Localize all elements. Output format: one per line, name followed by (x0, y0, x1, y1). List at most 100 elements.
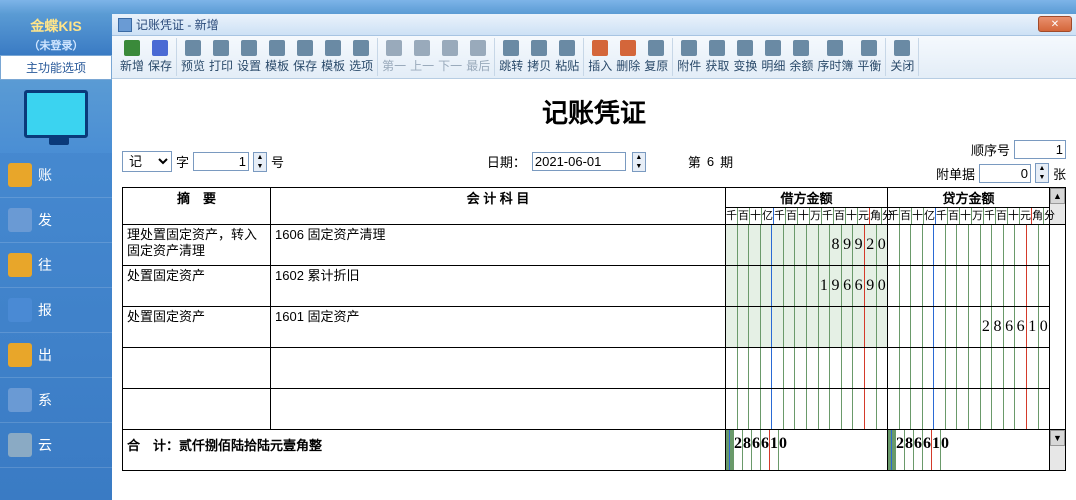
period-suffix: 期 (720, 152, 733, 171)
tool-label: 拷贝 (527, 57, 551, 74)
debit-cell[interactable]: 196690 (726, 266, 887, 306)
sidebar-item[interactable]: 系 (0, 378, 112, 423)
credit-cell[interactable] (888, 348, 1049, 388)
side-label: 出 (38, 345, 52, 365)
toolbar-模板[interactable]: 模板 (319, 38, 347, 76)
toolbar-选项[interactable]: 选项 (347, 38, 375, 76)
account-cell[interactable] (271, 389, 725, 393)
number-spinner[interactable]: ▲▼ (253, 152, 267, 172)
voucher-row[interactable] (123, 348, 1066, 389)
tool-label: 模板 (321, 57, 345, 74)
debit-cell[interactable] (726, 389, 887, 429)
hdr-summary: 摘 要 (123, 188, 271, 225)
att-spinner[interactable]: ▲▼ (1035, 163, 1049, 183)
voucher-table[interactable]: 摘 要 会 计 科 目 借方金额 贷方金额 ▲ 千百十亿千百十万千百十元角分 千… (122, 187, 1066, 471)
tool-icon (709, 40, 725, 56)
credit-cell[interactable] (888, 266, 1049, 306)
toolbar-保存[interactable]: 保存 (146, 38, 174, 76)
hdr-credit: 贷方金额 (888, 188, 1050, 208)
account-cell[interactable]: 1606 固定资产清理 (271, 225, 725, 245)
tool-icon (765, 40, 781, 56)
date-label: 日期： (487, 152, 526, 171)
account-cell[interactable]: 1601 固定资产 (271, 307, 725, 327)
toolbar-新增[interactable]: 新增 (118, 38, 146, 76)
side-label: 报 (38, 300, 52, 320)
voucher-type-select[interactable]: 记 (122, 151, 172, 172)
voucher-number-input[interactable] (193, 152, 249, 171)
toolbar-上一: 上一 (408, 38, 436, 76)
seq-input[interactable] (1014, 140, 1066, 159)
hdr-account: 会 计 科 目 (271, 188, 726, 225)
voucher-row[interactable]: 处置固定资产1601 固定资产 286610 (123, 307, 1066, 348)
toolbar-设置[interactable]: 设置 (235, 38, 263, 76)
window-title-bar: 记账凭证 - 新增 ✕ (112, 14, 1076, 36)
toolbar-保存[interactable]: 保存 (291, 38, 319, 76)
tool-label: 余额 (789, 57, 813, 74)
voucher-row[interactable] (123, 389, 1066, 430)
tool-label: 插入 (588, 57, 612, 74)
sidebar-item[interactable]: 账 (0, 153, 112, 198)
debit-cell[interactable] (726, 307, 887, 347)
side-label: 账 (38, 165, 52, 185)
tool-label: 上一 (410, 57, 434, 74)
summary-cell[interactable]: 处置固定资产 (123, 307, 270, 327)
tool-label: 第一 (382, 57, 406, 74)
account-cell[interactable]: 1602 累计折旧 (271, 266, 725, 286)
date-spinner[interactable]: ▲▼ (632, 152, 646, 172)
toolbar-平衡[interactable]: 平衡 (855, 38, 883, 76)
toolbar-打印[interactable]: 打印 (207, 38, 235, 76)
toolbar-删除[interactable]: 删除 (614, 38, 642, 76)
toolbar-关闭[interactable]: 关闭 (888, 38, 916, 76)
debit-cell[interactable] (726, 348, 887, 388)
tool-label: 下一 (438, 57, 462, 74)
sidebar-item[interactable]: 云 (0, 423, 112, 468)
tool-icon (559, 40, 575, 56)
toolbar-拷贝[interactable]: 拷贝 (525, 38, 553, 76)
toolbar-序时簿[interactable]: 序时簿 (815, 38, 855, 76)
tool-icon (681, 40, 697, 56)
toolbar-明细[interactable]: 明细 (759, 38, 787, 76)
sidebar-item[interactable]: 出 (0, 333, 112, 378)
close-button[interactable]: ✕ (1038, 16, 1072, 32)
credit-cell[interactable] (888, 225, 1049, 265)
credit-cell[interactable] (888, 389, 1049, 429)
tool-label: 变换 (733, 57, 757, 74)
toolbar-跳转[interactable]: 跳转 (497, 38, 525, 76)
summary-cell[interactable] (123, 348, 270, 352)
tool-icon (152, 40, 168, 56)
toolbar-粘贴[interactable]: 粘贴 (553, 38, 581, 76)
side-label: 系 (38, 390, 52, 410)
date-input[interactable] (532, 152, 626, 171)
sidebar-item[interactable]: 报 (0, 288, 112, 333)
debit-cell[interactable]: 89920 (726, 225, 887, 265)
tool-icon (737, 40, 753, 56)
toolbar-模板[interactable]: 模板 (263, 38, 291, 76)
voucher-row[interactable]: 理处置固定资产，转入固定资产清理1606 固定资产清理89920 (123, 225, 1066, 266)
hao-label: 号 (271, 152, 284, 171)
att-input[interactable] (979, 164, 1031, 183)
tool-label: 打印 (209, 57, 233, 74)
voucher-row[interactable]: 处置固定资产1602 累计折旧196690 (123, 266, 1066, 307)
toolbar-复原[interactable]: 复原 (642, 38, 670, 76)
toolbar-变换[interactable]: 变换 (731, 38, 759, 76)
credit-cell[interactable]: 286610 (888, 307, 1049, 347)
tool-label: 获取 (705, 57, 729, 74)
toolbar-余额[interactable]: 余额 (787, 38, 815, 76)
summary-cell[interactable]: 理处置固定资产，转入固定资产清理 (123, 225, 270, 261)
period-value: 6 (707, 154, 714, 169)
toolbar-第一: 第一 (380, 38, 408, 76)
toolbar-获取[interactable]: 获取 (703, 38, 731, 76)
tool-icon (793, 40, 809, 56)
summary-cell[interactable]: 处置固定资产 (123, 266, 270, 286)
main-function-tab[interactable]: 主功能选项 (0, 55, 112, 80)
summary-cell[interactable] (123, 389, 270, 393)
toolbar-插入[interactable]: 插入 (586, 38, 614, 76)
sidebar-item[interactable]: 发 (0, 198, 112, 243)
tool-label: 删除 (616, 57, 640, 74)
tool-label: 最后 (466, 57, 490, 74)
sidebar-item[interactable]: 往 (0, 243, 112, 288)
toolbar-附件[interactable]: 附件 (675, 38, 703, 76)
toolbar-预览[interactable]: 预览 (179, 38, 207, 76)
tool-icon (442, 40, 458, 56)
account-cell[interactable] (271, 348, 725, 352)
